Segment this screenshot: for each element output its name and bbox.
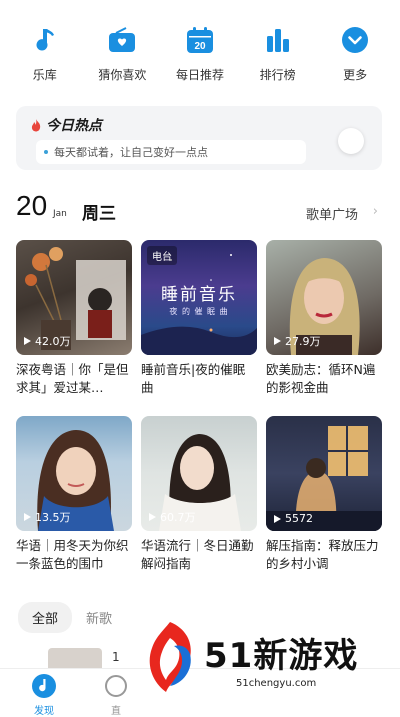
calendar-icon: 20: [184, 24, 216, 56]
playlist-cover[interactable]: 27.9万: [266, 240, 382, 355]
chevron-right-icon[interactable]: ›: [373, 204, 378, 219]
play-icon: [274, 337, 281, 345]
playlist-title[interactable]: 华语｜用冬天为你织一条蓝色的围巾: [16, 537, 132, 573]
quicknav-label: 猜你喜欢: [98, 68, 147, 82]
watermark-url: 51chengyu.com: [236, 678, 317, 689]
playlist-title[interactable]: 欧美励志：循环N遍的影视金曲: [266, 361, 382, 397]
play-count-value: 5572: [285, 512, 313, 525]
hot-topic-heading: 今日热点: [46, 118, 102, 134]
playlist-card[interactable]: 60.7万 华语流行｜冬日通勤解闷指南: [141, 416, 257, 573]
daily-header: 20 Jan 周三 歌单广场 ›: [16, 190, 384, 226]
quicknav-label: 更多: [343, 68, 368, 82]
playlist-card[interactable]: 电台 睡前音乐 夜 的 催 眠 曲 睡前音乐|夜的催眠曲: [141, 240, 257, 397]
tab-label: 直: [111, 706, 121, 717]
list-item-thumbnail[interactable]: [48, 648, 102, 668]
play-count: 27.9万: [274, 333, 321, 349]
chevron-down-circle-icon: [339, 24, 371, 56]
playlist-cover[interactable]: 13.5万: [16, 416, 132, 531]
tab-discover[interactable]: 发现: [14, 673, 74, 717]
playlist-card[interactable]: 13.5万 华语｜用冬天为你织一条蓝色的围巾: [16, 416, 132, 573]
tab-live[interactable]: 直: [86, 673, 146, 717]
cover-subtitle: 夜 的 催 眠 曲: [169, 307, 229, 316]
watermark-logo-icon: [149, 622, 191, 692]
play-icon: [274, 514, 281, 523]
quicknav-label: 排行榜: [259, 68, 296, 82]
quicknav-label: 每日推荐: [175, 68, 224, 82]
quicknav-label: 乐库: [32, 68, 57, 82]
live-icon: [105, 675, 127, 697]
date-month: Jan: [53, 209, 67, 219]
list-item-title[interactable]: 1: [112, 650, 120, 664]
playlist-title[interactable]: 深夜粤语｜你「是但求其」爱过某…: [16, 361, 132, 397]
play-icon: [24, 337, 31, 345]
playlist-cover[interactable]: 60.7万: [141, 416, 257, 531]
hot-topic-title: 今日热点: [30, 115, 102, 135]
play-count: 13.5万: [24, 509, 71, 525]
watermark: 51新游戏 51chengyu.com: [140, 620, 380, 695]
play-count: 42.0万: [24, 333, 71, 349]
playlist-title[interactable]: 睡前音乐|夜的催眠曲: [141, 361, 257, 397]
play-count-value: 27.9万: [285, 335, 321, 348]
discover-icon: [32, 674, 56, 698]
bar-chart-icon: [262, 24, 294, 56]
quick-nav: 乐库 猜你喜欢 20 每日推荐 排行榜 更多: [0, 24, 400, 94]
radio-icon: [106, 24, 138, 56]
playlist-card[interactable]: 42.0万 深夜粤语｜你「是但求其」爱过某…: [16, 240, 132, 397]
playlist-title[interactable]: 解压指南：释放压力的乡村小调: [266, 537, 382, 573]
play-count-value: 13.5万: [35, 511, 71, 524]
cover-title: 睡前音乐: [161, 285, 237, 305]
playlist-cover[interactable]: 42.0万: [16, 240, 132, 355]
quicknav-daily-recommend[interactable]: 20 每日推荐: [165, 24, 235, 94]
quicknav-charts[interactable]: 排行榜: [243, 24, 313, 94]
radio-tag: 电台: [147, 246, 177, 265]
hot-topic-toggle[interactable]: [338, 128, 364, 154]
playlist-plaza-link[interactable]: 歌单广场: [306, 204, 358, 223]
playlist-cover[interactable]: 5572: [266, 416, 382, 531]
play-icon: [24, 513, 31, 521]
playlist-card[interactable]: 27.9万 欧美励志：循环N遍的影视金曲: [266, 240, 382, 397]
flame-icon: [31, 119, 41, 132]
filter-tabs: 全部 新歌: [18, 602, 112, 633]
hot-topic-text: 每天都试着，让自己变好一点点: [54, 146, 208, 159]
calendar-date: 20: [194, 41, 206, 52]
filter-tab-new[interactable]: 新歌: [86, 608, 112, 627]
watermark-text: 51新游戏: [204, 636, 359, 676]
playlist-card[interactable]: 5572 解压指南：释放压力的乡村小调: [266, 416, 382, 573]
hot-topic-card[interactable]: 今日热点 每天都试着，让自己变好一点点: [16, 106, 382, 170]
tab-label: 发现: [34, 706, 54, 717]
play-count-value: 60.7万: [160, 511, 196, 524]
date-day: 20: [16, 190, 48, 221]
play-icon: [149, 513, 156, 521]
bullet-dot: [44, 150, 48, 154]
play-count: 60.7万: [149, 509, 196, 525]
music-note-icon: [29, 24, 61, 56]
playlist-cover[interactable]: 电台 睡前音乐 夜 的 催 眠 曲: [141, 240, 257, 355]
quicknav-guess-you-like[interactable]: 猜你喜欢: [87, 24, 157, 94]
filter-tab-all[interactable]: 全部: [18, 602, 73, 633]
play-count: 5572: [274, 512, 313, 525]
playlist-title[interactable]: 华语流行｜冬日通勤解闷指南: [141, 537, 257, 573]
date-weekday: 周三: [82, 204, 116, 224]
quicknav-music-library[interactable]: 乐库: [10, 24, 80, 94]
hot-topic-message[interactable]: 每天都试着，让自己变好一点点: [36, 140, 306, 164]
play-count-value: 42.0万: [35, 335, 71, 348]
quicknav-more[interactable]: 更多: [320, 24, 390, 94]
